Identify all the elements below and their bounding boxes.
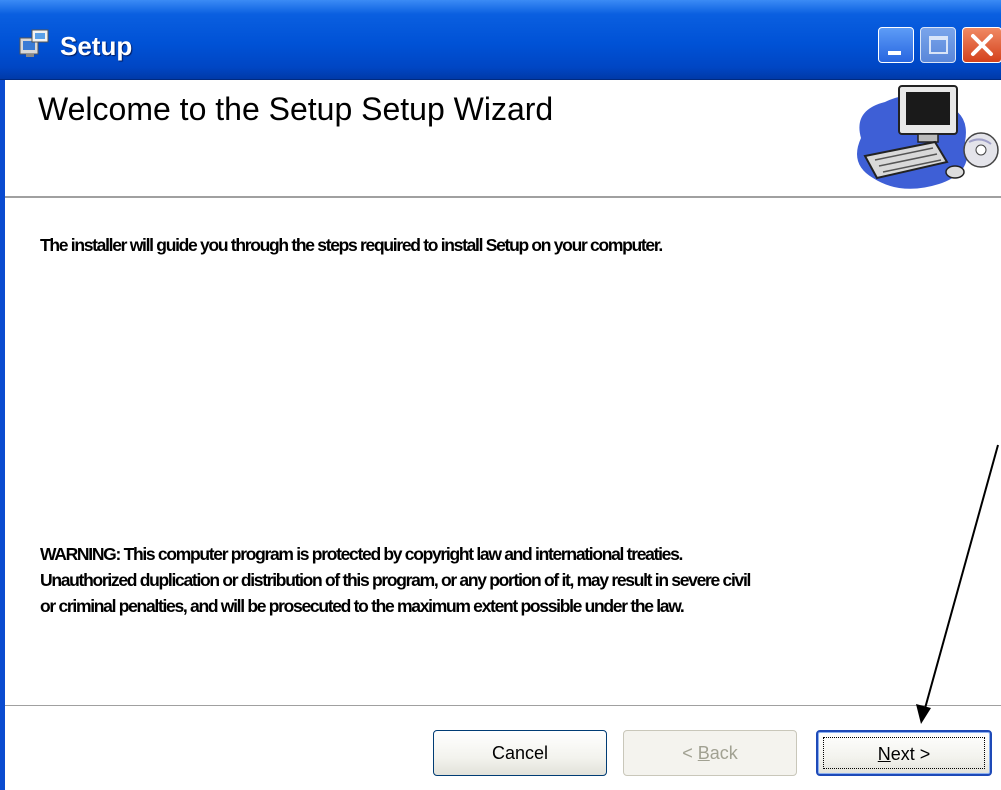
close-button[interactable] <box>962 27 1001 63</box>
back-prefix: < <box>682 743 698 763</box>
wizard-header: Welcome to the Setup Setup Wizard <box>5 80 1001 198</box>
intro-text: The installer will guide you through the… <box>40 235 663 255</box>
installer-icon <box>19 29 49 57</box>
next-button[interactable]: Next > <box>816 730 992 776</box>
warning-line: Unauthorized duplication or distribution… <box>40 570 751 590</box>
warning-line: WARNING: This computer program is protec… <box>40 544 683 564</box>
back-access-key: B <box>697 743 710 763</box>
footer-divider <box>5 705 1001 707</box>
minimize-icon <box>888 51 901 55</box>
minimize-button[interactable] <box>878 27 914 63</box>
window-title: Setup <box>60 31 133 61</box>
computer-cd-illustration <box>857 85 999 189</box>
back-label: ack <box>709 743 738 763</box>
title-bar[interactable]: Setup <box>0 0 1001 80</box>
back-button[interactable]: < Back <box>623 730 797 776</box>
wizard-footer: Cancel < Back Next > <box>5 708 1001 790</box>
wizard-title: Welcome to the Setup Setup Wizard <box>38 91 554 127</box>
wizard-content: The installer will guide you through the… <box>5 200 1001 705</box>
close-icon <box>971 34 993 56</box>
cancel-button[interactable]: Cancel <box>433 730 607 776</box>
focus-rectangle <box>823 737 985 769</box>
maximize-button[interactable] <box>920 27 956 63</box>
warning-line: or criminal penalties, and will be prose… <box>40 596 685 616</box>
copyright-warning: WARNING: This computer program is protec… <box>40 541 990 619</box>
maximize-icon <box>929 36 948 54</box>
